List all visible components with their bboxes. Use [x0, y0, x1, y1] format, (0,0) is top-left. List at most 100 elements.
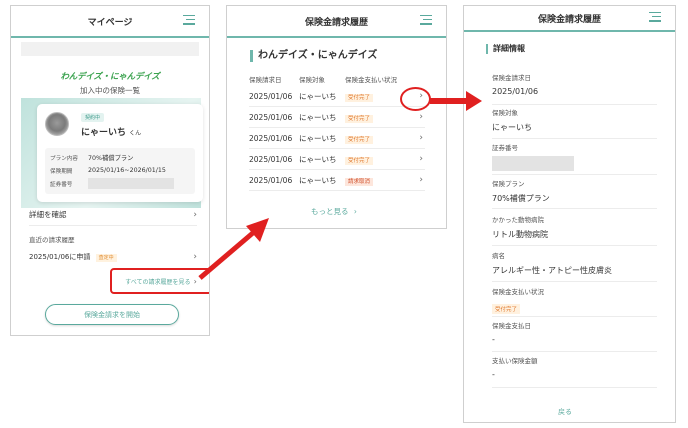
recent-claim-item[interactable]: 2025/01/06に申請 査定中 ›: [29, 250, 197, 264]
notice-bar: [21, 42, 199, 56]
detail-field: 病名 アレルギー性・アトピー性皮膚炎: [492, 250, 657, 282]
field-value: -: [492, 335, 495, 344]
policy-number-placeholder: [492, 156, 574, 171]
hamburger-menu-icon[interactable]: [649, 12, 661, 22]
more-link[interactable]: もっと見る ›: [311, 206, 357, 217]
detail-field: 証券番号: [492, 142, 657, 175]
detail-link-label: 詳細を確認: [29, 210, 67, 219]
header-divider: [464, 30, 675, 32]
review-badge: 査定中: [95, 254, 117, 262]
info-row: 保険期間 2025/01/16~2026/01/15: [50, 164, 190, 177]
info-label: 保険期間: [50, 168, 73, 175]
page-title: マイページ: [87, 17, 133, 28]
back-link[interactable]: 戻る: [558, 407, 572, 417]
chevron-right-icon: ›: [419, 112, 423, 122]
field-label: 保険対象: [492, 109, 518, 117]
field-label: かかった動物病院: [492, 216, 544, 224]
field-label: 保険金請求日: [492, 74, 531, 82]
chevron-right-icon: ›: [419, 133, 423, 143]
pet-avatar: [45, 112, 69, 136]
claim-date: 2025/01/06: [249, 91, 293, 101]
info-row: プラン内容 70%補償プラン: [50, 151, 190, 164]
field-label: 保険金支払日: [492, 322, 531, 330]
pet-name-suffix: くん: [129, 130, 142, 137]
section-title: わんデイズ・にゃんデイズ: [250, 50, 377, 62]
field-label: 病名: [492, 252, 505, 260]
chevron-right-icon: ›: [353, 207, 357, 216]
claim-target: にゃーいち: [299, 175, 337, 185]
start-claim-button[interactable]: 保険金請求を開始: [45, 304, 179, 325]
chevron-right-icon: ›: [419, 154, 423, 164]
header: 保険金請求履歴: [227, 6, 446, 36]
detail-field: 保険金請求日 2025/01/06: [492, 72, 657, 105]
annotation-circle: [400, 87, 431, 111]
claim-table: 保険請求日 保険対象 保険金支払い状況 2025/01/06 にゃーいち 受付完…: [249, 72, 425, 191]
info-label: 証券番号: [50, 181, 73, 188]
claim-history-screen: 保険金請求履歴 わんデイズ・にゃんデイズ 保険請求日 保険対象 保険金支払い状況…: [226, 5, 447, 229]
claim-target: にゃーいち: [299, 133, 337, 143]
section-subtitle: 加入中の保険一覧: [80, 86, 140, 95]
more-link-label: もっと見る: [311, 207, 349, 216]
field-label: 証券番号: [492, 144, 518, 152]
recent-claims-label: 直近の請求履歴: [29, 236, 75, 244]
claim-date: 2025/01/06: [249, 112, 293, 122]
claim-target: にゃーいち: [299, 91, 337, 101]
detail-field: 保険金支払い状況 受付完了: [492, 286, 657, 317]
detail-field: かかった動物病院 リトル動物病院: [492, 214, 657, 246]
table-header: 保険請求日 保険対象 保険金支払い状況: [249, 72, 425, 86]
detail-link[interactable]: 詳細を確認 ›: [29, 204, 197, 226]
claim-detail-screen: 保険金請求履歴 詳細情報 保険金請求日 2025/01/06 保険対象 にゃーい…: [463, 5, 676, 423]
field-label: 支払い保険金額: [492, 357, 538, 365]
info-row: 証券番号: [50, 177, 190, 190]
mypage-screen: マイページ わんデイズ・にゃんデイズ 加入中の保険一覧 契約中 にゃーいち くん…: [10, 5, 210, 336]
field-value: 70%補償プラン: [492, 194, 550, 203]
header: 保険金請求履歴: [464, 6, 675, 30]
status-badge: 受付完了: [345, 93, 374, 102]
detail-field: 支払い保険金額 -: [492, 355, 657, 388]
all-history-label: すべての請求履歴を見る: [125, 278, 191, 286]
chevron-right-icon: ›: [419, 175, 423, 185]
claim-date: 2025/01/06: [249, 133, 293, 143]
status-badge: 受付完了: [492, 304, 521, 314]
column-header: 保険請求日: [249, 76, 282, 84]
insurance-card[interactable]: 契約中 にゃーいち くん プラン内容 70%補償プラン 保険期間 2025/01…: [37, 104, 203, 202]
recent-claim-text: 2025/01/06に申請 査定中: [29, 252, 117, 262]
claim-target: にゃーいち: [299, 112, 337, 122]
column-header: 保険金支払い状況: [345, 76, 397, 84]
recent-claim-date: 2025/01/06に申請: [29, 253, 91, 261]
status-badge: 契約中: [81, 113, 105, 122]
detail-field: 保険対象 にゃーいち: [492, 107, 657, 139]
table-row[interactable]: 2025/01/06 にゃーいち 受付完了 ›: [249, 149, 425, 170]
brand-logo: わんデイズ・にゃんデイズ: [60, 72, 160, 82]
status-badge: 受付完了: [345, 156, 374, 165]
header-divider: [227, 36, 446, 38]
claim-date: 2025/01/06: [249, 154, 293, 164]
field-label: 保険プラン: [492, 180, 525, 188]
all-history-link[interactable]: すべての請求履歴を見る ›: [110, 268, 209, 294]
header-divider: [11, 36, 209, 38]
pet-name-text: にゃーいち: [81, 128, 127, 138]
detail-field: 保険プラン 70%補償プラン: [492, 178, 657, 209]
field-value: 2025/01/06: [492, 87, 539, 96]
field-value: リトル動物病院: [492, 230, 548, 239]
detail-field: 保険金支払日 -: [492, 320, 657, 352]
hamburger-menu-icon[interactable]: [420, 15, 432, 25]
info-value: 70%補償プラン: [88, 155, 134, 162]
claim-date: 2025/01/06: [249, 175, 293, 185]
column-header: 保険対象: [299, 76, 325, 84]
field-value: -: [492, 370, 495, 379]
table-row[interactable]: 2025/01/06 にゃーいち 受付完了 ›: [249, 128, 425, 149]
section-title: 詳細情報: [486, 44, 525, 54]
table-row[interactable]: 2025/01/06 にゃーいち 受付完了 ›: [249, 86, 425, 107]
table-row[interactable]: 2025/01/06 にゃーいち 請求取消 ›: [249, 170, 425, 191]
table-row[interactable]: 2025/01/06 にゃーいち 受付完了 ›: [249, 107, 425, 128]
pet-name: にゃーいち くん: [81, 125, 141, 138]
status-badge: 受付完了: [345, 114, 374, 123]
header: マイページ: [11, 6, 209, 36]
annotation-arrow-1: [198, 218, 269, 280]
page-title: 保険金請求履歴: [304, 17, 368, 28]
info-label: プラン内容: [50, 155, 78, 162]
field-value: アレルギー性・アトピー性皮膚炎: [492, 266, 612, 275]
status-badge: 受付完了: [345, 135, 374, 144]
hamburger-menu-icon[interactable]: [183, 15, 195, 25]
